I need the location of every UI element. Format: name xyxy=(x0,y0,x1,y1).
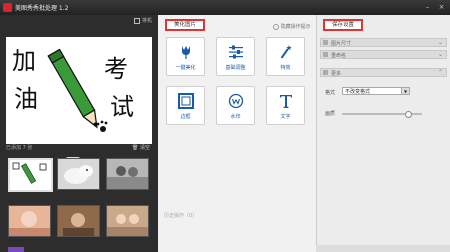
tool-frame[interactable]: 边框 xyxy=(166,86,205,125)
chevron-up-icon: ⌃ xyxy=(437,69,443,76)
section-image-size[interactable]: 图片尺寸 ⌄ xyxy=(320,38,447,47)
thumbnail-4[interactable] xyxy=(8,205,51,237)
info-icon xyxy=(273,23,279,30)
hide-tips-label: 隐藏操作提示 xyxy=(280,24,311,30)
thumb-image-3 xyxy=(107,159,148,189)
sliders-icon xyxy=(217,43,254,61)
paw-print xyxy=(96,120,108,132)
chevron-down-icon: ▼ xyxy=(401,88,409,94)
expand-icon xyxy=(323,52,328,57)
preview-image: 加 油 考 试 xyxy=(12,47,134,132)
added-count-label: 已添加 7 张 xyxy=(6,145,33,151)
thumb-image-5 xyxy=(58,206,99,236)
title-bar: 美图秀秀批处理 1.2 – × xyxy=(0,0,450,15)
format-value: 不改变格式 xyxy=(345,89,371,95)
middle-panel: 美化图片 隐藏操作提示 一键美化 基础调整 特效 边框 水印 文字 历史操作（0… xyxy=(158,15,316,252)
hide-tips-link[interactable]: 隐藏操作提示 xyxy=(273,23,311,30)
thumbnail-7-partial xyxy=(8,247,24,252)
thumbnail-partial-row xyxy=(8,245,148,252)
preview-char-4: 试 xyxy=(110,93,134,121)
section-rename[interactable]: 重命名 ⌄ xyxy=(320,50,447,59)
magic-wand-icon xyxy=(267,43,304,61)
preview-char-2: 油 xyxy=(14,85,38,113)
minimize-icon[interactable]: – xyxy=(423,3,432,11)
quality-label: 画质 xyxy=(325,111,336,117)
sort-button[interactable]: 排机 xyxy=(134,17,152,24)
clear-button[interactable]: 🗑 清空 xyxy=(132,144,150,151)
thumb-image-6 xyxy=(107,206,148,236)
thumbnail-5[interactable] xyxy=(57,205,100,237)
format-select[interactable]: 不改变格式 ▼ xyxy=(342,87,410,95)
image-preview[interactable]: 加 油 考 试 xyxy=(6,37,152,144)
tool-text[interactable]: 文字 xyxy=(266,86,305,125)
beautify-tab[interactable]: 美化图片 xyxy=(165,19,205,31)
tool-effects[interactable]: 特效 xyxy=(266,37,305,76)
tool-basic-adjust[interactable]: 基础调整 xyxy=(216,37,255,76)
clear-label: 清空 xyxy=(139,145,150,151)
trash-icon: 🗑 xyxy=(132,145,139,151)
expand-icon xyxy=(323,40,328,45)
frame-icon xyxy=(167,92,204,110)
sort-label: 排机 xyxy=(141,18,152,24)
section-label: 重命名 xyxy=(331,53,347,59)
grid-icon xyxy=(134,17,141,24)
section-more[interactable]: 更多 ⌃ xyxy=(320,68,447,77)
thumb-image-1 xyxy=(10,160,51,190)
tulip-icon xyxy=(167,43,204,61)
preview-char-1: 加 xyxy=(12,47,36,75)
text-icon xyxy=(267,92,304,110)
collapse-icon xyxy=(323,70,328,75)
app-logo-icon xyxy=(3,3,12,12)
close-icon[interactable]: × xyxy=(437,3,446,11)
pencil-drawing xyxy=(47,48,98,129)
tool-label: 文字 xyxy=(280,114,291,120)
thumbnail-6[interactable] xyxy=(106,205,149,237)
tool-watermark[interactable]: 水印 xyxy=(216,86,255,125)
thumb-image-4 xyxy=(9,206,50,236)
format-label: 格式 xyxy=(325,90,336,96)
thumb-image-2 xyxy=(58,159,99,189)
tool-label: 基础调整 xyxy=(225,65,246,71)
tool-label: 水印 xyxy=(230,114,241,120)
status-bar xyxy=(316,245,450,252)
thumbnail-3[interactable] xyxy=(106,158,149,190)
watermark-icon xyxy=(217,92,254,110)
window-title: 美图秀秀批处理 1.2 xyxy=(15,5,69,12)
section-label: 更多 xyxy=(331,71,342,77)
chevron-down-icon: ⌄ xyxy=(437,39,443,46)
left-panel: 排机 加 油 考 试 已添加 7 张 🗑 清空 xyxy=(0,15,158,252)
tool-label: 一键美化 xyxy=(175,65,196,71)
save-settings-tab[interactable]: 保存设置 xyxy=(323,19,363,31)
tool-label: 边框 xyxy=(180,114,191,120)
thumbnail-2[interactable] xyxy=(57,158,100,190)
section-label: 图片尺寸 xyxy=(331,41,352,47)
chevron-down-icon: ⌄ xyxy=(437,51,443,58)
preview-char-3: 考 xyxy=(104,55,128,83)
history-label: 历史操作（0） xyxy=(164,213,198,219)
thumbnail-1[interactable] xyxy=(8,158,53,192)
tool-one-click-beautify[interactable]: 一键美化 xyxy=(166,37,205,76)
quality-slider-knob[interactable] xyxy=(405,111,412,118)
right-panel: 保存设置 图片尺寸 ⌄ 重命名 ⌄ 更多 ⌃ 格式 不改变格式 ▼ 画质 xyxy=(316,15,450,252)
tool-label: 特效 xyxy=(280,65,291,71)
